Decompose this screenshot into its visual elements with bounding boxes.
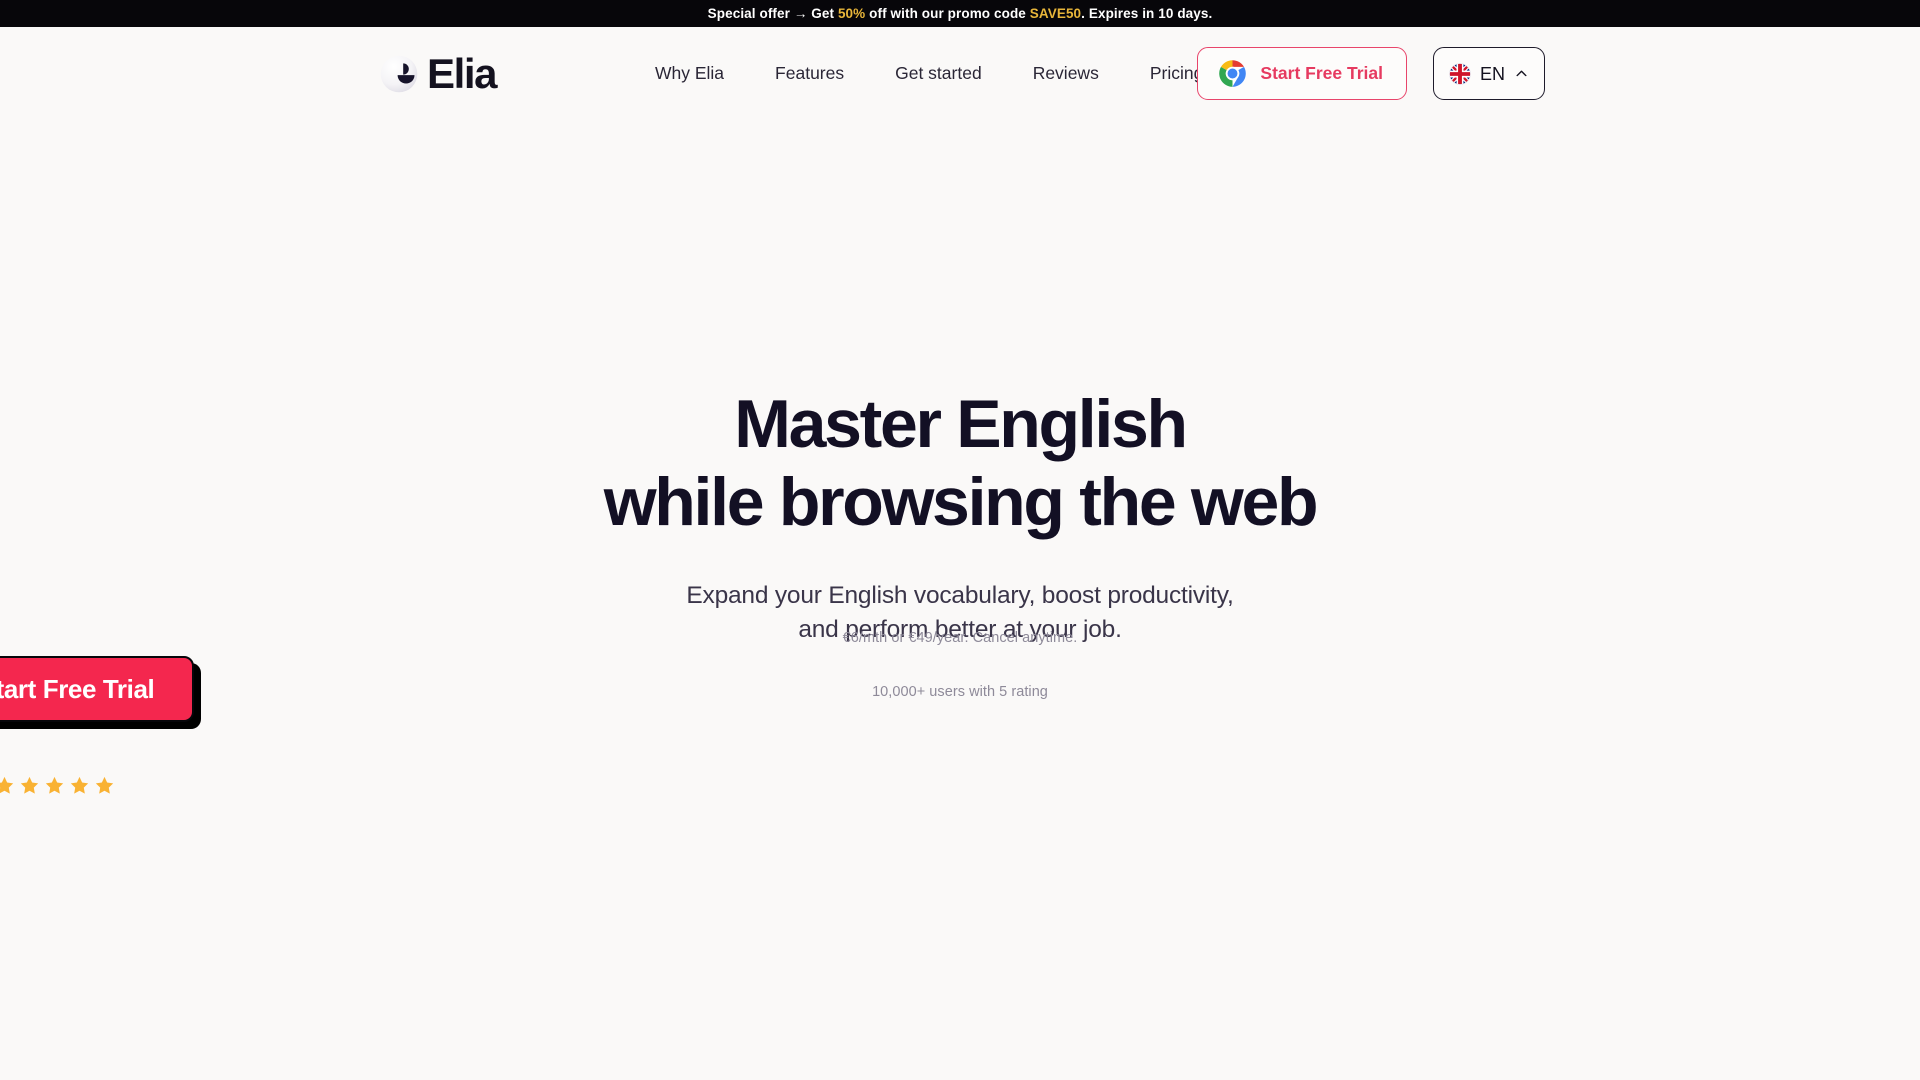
header-trial-button-label: Start Free Trial (1260, 62, 1383, 83)
hero-start-free-trial-button[interactable]: Start Free Trial (0, 656, 194, 722)
nav-item-get-started[interactable]: Get started (895, 57, 982, 91)
brand-name: Elia (427, 49, 498, 97)
hero-title-line-2: while browsing the web (603, 463, 1319, 540)
landing-page: Special offer → Get 50% off with our pro… (0, 0, 1920, 1080)
hero-section: Master English while browsing the web Ex… (0, 120, 1920, 646)
star-icon (94, 775, 115, 796)
page-title: Master English while browsing the web (0, 386, 1920, 542)
promo-banner: Special offer → Get 50% off with our pro… (0, 0, 1920, 27)
brand-logo-link[interactable]: Elia (380, 49, 498, 97)
star-icon (19, 775, 40, 796)
language-code-label: EN (1479, 63, 1505, 84)
nav-item-pricing[interactable]: Pricing (1150, 57, 1204, 91)
uk-flag-icon (1449, 62, 1471, 85)
hero-subtitle-line-1: Expand your English vocabulary, boost pr… (686, 581, 1234, 609)
site-header: Elia Why Elia Features Get started Revie… (0, 27, 1920, 120)
nav-item-features[interactable]: Features (775, 57, 844, 91)
header-actions: Start Free Trial EN (1197, 47, 1545, 100)
promo-discount: 50% (837, 5, 866, 21)
rating-stars (0, 775, 115, 796)
elia-moon-logo-icon (380, 55, 418, 93)
nav-item-reviews[interactable]: Reviews (1033, 57, 1099, 91)
hero-cta-wrapper: Start Free Trial (0, 656, 209, 730)
star-icon (44, 775, 65, 796)
promo-suffix: . Expires in 10 days. (1081, 5, 1213, 21)
promo-middle: off with our promo code (865, 5, 1030, 21)
hero-title-line-1: Master English (734, 386, 1188, 462)
language-selector[interactable]: EN (1432, 47, 1545, 100)
promo-prefix: Special offer → Get (707, 5, 838, 21)
chevron-up-icon (1514, 66, 1529, 81)
nav-item-why-elia[interactable]: Why Elia (655, 57, 724, 91)
star-icon (69, 775, 90, 796)
promo-banner-text: Special offer → Get 50% off with our pro… (708, 7, 1213, 21)
header-start-free-trial-button[interactable]: Start Free Trial (1197, 47, 1407, 100)
promo-code: SAVE50 (1029, 5, 1082, 21)
chrome-icon (1218, 59, 1247, 88)
star-icon (0, 775, 15, 796)
hero-users-note: 10,000+ users with 5 rating (872, 684, 1048, 700)
hero-price-note: €6/mth or €49/year. Cancel anytime. (842, 630, 1078, 646)
